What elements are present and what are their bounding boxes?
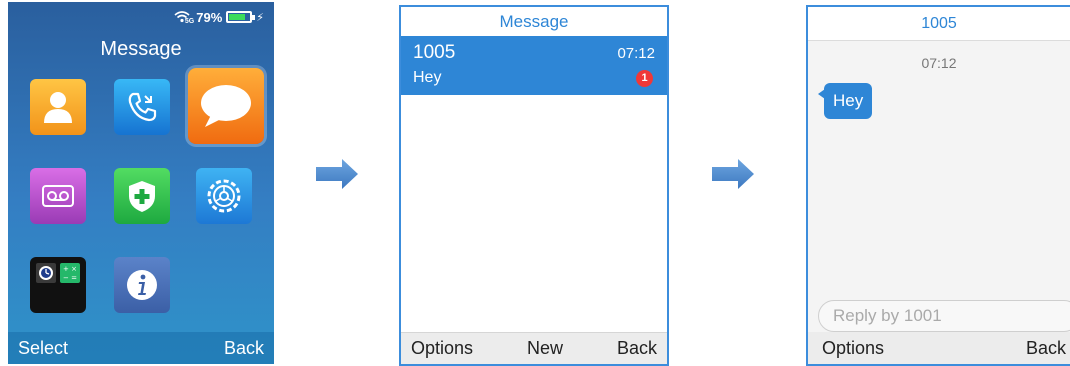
unread-badge: 1	[636, 70, 653, 87]
svg-text:+ ×: + ×	[63, 265, 77, 273]
softkey-bar: Options Back	[808, 332, 1070, 364]
call-history-icon[interactable]	[114, 79, 170, 135]
page-title: Message	[100, 38, 182, 60]
info-icon[interactable]	[114, 257, 170, 313]
options-softkey[interactable]: Options	[411, 338, 473, 359]
page-title: Message	[499, 12, 569, 31]
tools-icon[interactable]: + × − =	[30, 257, 86, 313]
arrow-right-icon	[316, 159, 358, 189]
back-softkey[interactable]: Back	[1026, 338, 1066, 359]
svg-text:− =: − =	[63, 274, 77, 282]
new-softkey[interactable]: New	[527, 338, 563, 359]
battery-level	[229, 14, 246, 20]
incoming-message-bubble: Hey	[817, 83, 873, 119]
status-bar: 5G 79% ⚡	[174, 8, 264, 26]
back-softkey[interactable]: Back	[224, 338, 264, 359]
messages-icon[interactable]	[188, 68, 264, 144]
arrow-right-icon	[712, 159, 754, 189]
charging-icon: ⚡	[256, 11, 264, 24]
network-label: 5G	[184, 18, 195, 25]
reply-input[interactable]: Reply by 1001	[818, 300, 1070, 332]
voicemail-icon[interactable]	[30, 168, 86, 224]
message-timestamp: 07:12	[921, 55, 957, 71]
back-softkey[interactable]: Back	[617, 338, 657, 359]
wifi-5g-icon: 5G	[174, 10, 195, 25]
message-list-screen: Message 1005 07:12 Hey 1 Options New Bac…	[399, 5, 669, 366]
message-thread-item[interactable]: 1005 07:12 Hey 1	[401, 36, 667, 95]
thread-preview: Hey	[413, 69, 442, 86]
select-softkey[interactable]: Select	[18, 338, 68, 359]
contacts-icon[interactable]	[30, 79, 86, 135]
home-menu-screen: 5G 79% ⚡ Message + × − = Select Back	[8, 2, 274, 364]
security-icon[interactable]	[114, 168, 170, 224]
thread-time: 07:12	[617, 45, 655, 62]
battery-icon	[226, 11, 256, 23]
battery-percent: 79%	[196, 9, 223, 25]
settings-icon[interactable]	[196, 168, 252, 224]
softkey-bar: Options New Back	[401, 332, 667, 364]
page-title: 1005	[808, 7, 1070, 41]
conversation-screen: 1005 07:12 Hey Reply by 1001 Options Bac…	[806, 5, 1070, 366]
softkey-bar: Select Back	[8, 332, 274, 364]
options-softkey[interactable]: Options	[822, 338, 884, 359]
